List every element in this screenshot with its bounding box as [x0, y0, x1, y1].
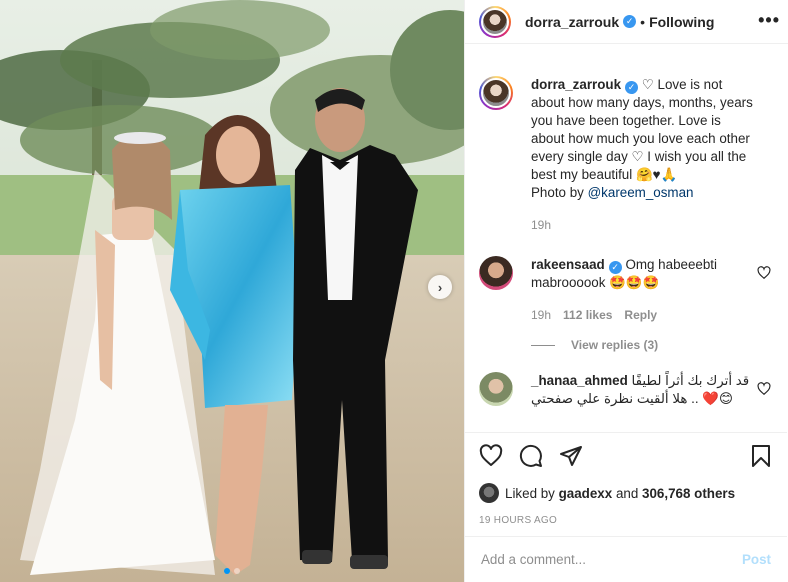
view-replies-label: View replies (3)	[571, 338, 659, 352]
comment-username[interactable]: _hanaa_ahmed	[531, 373, 628, 388]
reply-button[interactable]: Reply	[624, 306, 657, 324]
verified-badge-icon: ✓	[623, 15, 637, 28]
photo-credit-prefix: Photo by	[531, 185, 584, 200]
post-header: dorra_zarrouk ✓ • Following •••	[465, 0, 788, 44]
white-heart-icon: ♡	[641, 77, 654, 92]
save-bookmark-icon[interactable]	[749, 444, 773, 468]
caption-body: dorra_zarrouk ✓ ♡ Love is not about how m…	[531, 76, 753, 234]
comment-body: rakeensaad ✓ Omg habeeebti mabroooook 🤩🤩🤩…	[531, 256, 753, 324]
verified-badge-icon: ✓	[625, 80, 639, 94]
commenter-avatar[interactable]	[479, 372, 513, 406]
comment-item: rakeensaad ✓ Omg habeeebti mabroooook 🤩🤩🤩…	[465, 256, 787, 324]
replies-divider-line	[531, 344, 555, 346]
likes-prefix: Liked by	[505, 485, 555, 501]
caption: dorra_zarrouk ✓ ♡ Love is not about how m…	[465, 76, 787, 234]
like-comment-heart-icon[interactable]	[757, 266, 771, 280]
header-separator: •	[640, 13, 646, 30]
author-username[interactable]: dorra_zarrouk	[525, 14, 619, 30]
comment-time[interactable]: 19h	[531, 306, 551, 324]
like-heart-icon[interactable]	[479, 444, 503, 468]
post-timestamp[interactable]: 19 HOURS AGO	[479, 515, 773, 526]
verified-badge-icon: ✓	[608, 260, 622, 274]
carousel-next-button[interactable]: ›	[428, 275, 452, 299]
photo-illustration	[0, 0, 464, 582]
caption-emoji: 🤗♥🙏	[635, 167, 678, 182]
carousel-dot-active	[224, 568, 230, 574]
caption-avatar[interactable]	[479, 76, 513, 110]
comment-likes[interactable]: 112 likes	[563, 306, 612, 324]
caption-time[interactable]: 19h	[531, 216, 551, 234]
like-comment-heart-icon[interactable]	[757, 382, 771, 396]
liker-avatar[interactable]	[479, 483, 499, 503]
photo-credit-link[interactable]: @kareem_osman	[588, 185, 694, 200]
following-button[interactable]: Following	[649, 14, 714, 30]
caption-username[interactable]: dorra_zarrouk	[531, 77, 621, 92]
comments-section[interactable]: dorra_zarrouk ✓ ♡ Love is not about how m…	[465, 60, 787, 432]
likes-summary: Liked by gaadexx and 306,768 others	[479, 483, 773, 503]
author-avatar[interactable]	[479, 5, 511, 38]
carousel-dot	[234, 568, 240, 574]
white-heart-icon: ♡	[631, 149, 644, 164]
comment-item: _hanaa_ahmed قد أترك بك أثراً لطيفًا .. …	[465, 372, 787, 408]
comment-body: _hanaa_ahmed قد أترك بك أثراً لطيفًا .. …	[531, 372, 753, 408]
comment-emoji: ❤️😊	[702, 391, 733, 406]
likes-connector: and	[615, 485, 639, 501]
post-photo[interactable]: ›	[0, 0, 464, 582]
share-paper-plane-icon[interactable]	[559, 444, 583, 468]
chevron-right-icon: ›	[437, 279, 443, 295]
view-replies-button[interactable]: View replies (3)	[531, 338, 787, 352]
post-comment-button[interactable]: Post	[742, 552, 771, 567]
post-panel: dorra_zarrouk ✓ • Following ••• dorra_za…	[464, 0, 788, 582]
caption-meta: 19h	[531, 216, 753, 234]
add-comment-input[interactable]	[481, 552, 742, 567]
comment-bubble-icon[interactable]	[519, 444, 543, 468]
action-bar	[479, 441, 773, 471]
carousel-dots	[0, 568, 464, 574]
commenter-avatar[interactable]	[479, 256, 513, 290]
likes-count[interactable]: 306,768 others	[642, 486, 735, 501]
more-options-icon[interactable]: •••	[758, 11, 780, 29]
add-comment-bar: Post	[465, 536, 787, 582]
comment-username[interactable]: rakeensaad	[531, 257, 605, 272]
post-actions: Liked by gaadexx and 306,768 others 19 H…	[465, 432, 787, 526]
liker-username[interactable]: gaadexx	[559, 486, 613, 501]
comment-emoji: 🤩🤩🤩	[609, 275, 660, 290]
comment-meta: 19h 112 likes Reply	[531, 306, 753, 324]
